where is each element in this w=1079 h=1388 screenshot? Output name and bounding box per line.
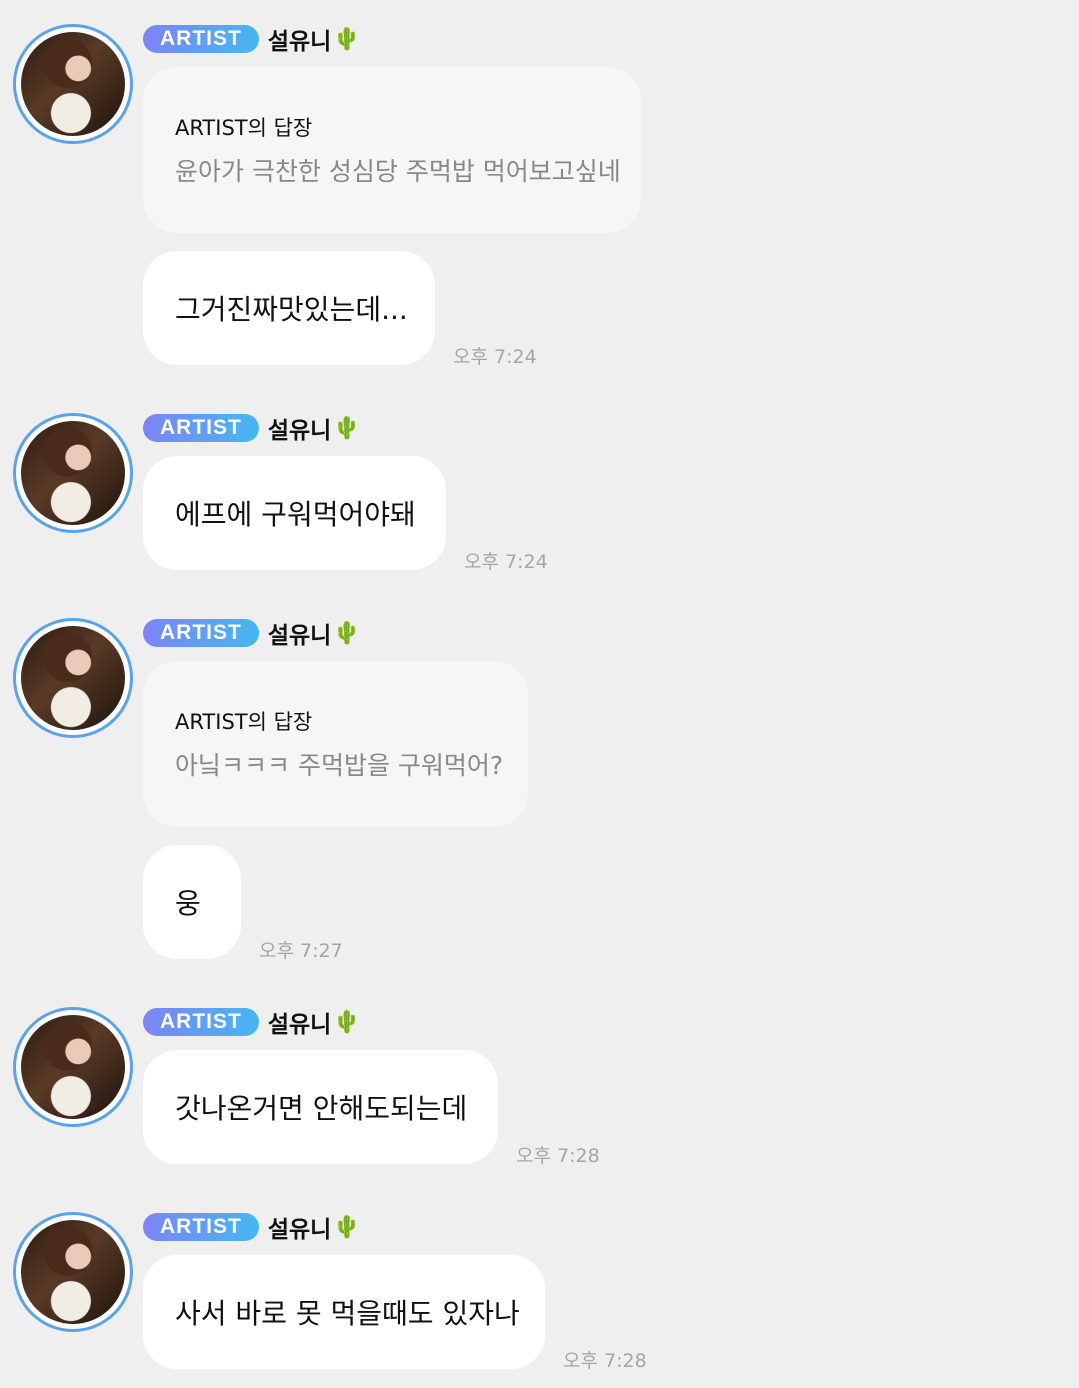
message-time: 오후 7:28 xyxy=(516,1145,600,1167)
artist-name: 설유니 xyxy=(267,1012,332,1038)
artist-avatar[interactable] xyxy=(13,413,133,533)
message-text: 그거진짜맛있는데... xyxy=(175,293,408,326)
artist-avatar[interactable] xyxy=(13,1007,133,1127)
sender-row: ARTIST 설유니 🌵 xyxy=(143,1007,361,1038)
sender-row: ARTIST 설유니 🌵 xyxy=(143,24,361,55)
message-bubble[interactable]: 갓나온거면 안해도되는데 xyxy=(143,1050,498,1164)
artist-name: 설유니 xyxy=(267,623,332,649)
sender-row: ARTIST 설유니 🌵 xyxy=(143,618,361,649)
reply-label: ARTIST의 답장 xyxy=(175,710,313,734)
message-text: 에프에 구워먹어야돼 xyxy=(175,498,416,531)
artist-avatar[interactable] xyxy=(13,24,133,144)
avatar-photo xyxy=(21,1220,125,1324)
message-text: 갓나온거면 안해도되는데 xyxy=(175,1092,468,1125)
artist-badge: ARTIST xyxy=(143,1008,259,1036)
artist-name: 설유니 xyxy=(267,1217,332,1243)
avatar-photo xyxy=(21,32,125,136)
sender-row: ARTIST 설유니 🌵 xyxy=(143,1212,361,1243)
avatar-photo xyxy=(21,421,125,525)
reply-quote-bubble[interactable]: ARTIST의 답장 아닠ㅋㅋㅋ 주먹밥을 구워먹어? xyxy=(143,661,528,827)
message-time: 오후 7:27 xyxy=(259,940,343,962)
reply-quote-bubble[interactable]: ARTIST의 답장 윤아가 극찬한 성심당 주먹밥 먹어보고싶네 xyxy=(143,67,641,233)
message-text: 사서 바로 못 먹을때도 있자나 xyxy=(175,1297,520,1330)
message-bubble[interactable]: 에프에 구워먹어야돼 xyxy=(143,456,446,570)
cactus-icon: 🌵 xyxy=(333,620,361,646)
cactus-icon: 🌵 xyxy=(333,1009,361,1035)
message-time: 오후 7:24 xyxy=(464,551,548,573)
reply-quoted-text: 윤아가 극찬한 성심당 주먹밥 먹어보고싶네 xyxy=(175,157,621,186)
message-time: 오후 7:28 xyxy=(563,1350,647,1372)
cactus-icon: 🌵 xyxy=(333,26,361,52)
avatar-photo xyxy=(21,626,125,730)
artist-name: 설유니 xyxy=(267,418,332,444)
message-bubble[interactable]: 그거진짜맛있는데... xyxy=(143,251,435,365)
sender-row: ARTIST 설유니 🌵 xyxy=(143,413,361,444)
artist-badge: ARTIST xyxy=(143,1213,259,1241)
artist-badge: ARTIST xyxy=(143,25,259,53)
artist-avatar[interactable] xyxy=(13,1212,133,1332)
reply-label: ARTIST의 답장 xyxy=(175,116,313,140)
artist-name: 설유니 xyxy=(267,29,332,55)
message-text: 웅 xyxy=(175,887,201,920)
message-bubble[interactable]: 웅 xyxy=(143,845,241,959)
message-bubble[interactable]: 사서 바로 못 먹을때도 있자나 xyxy=(143,1255,545,1369)
artist-avatar[interactable] xyxy=(13,618,133,738)
artist-badge: ARTIST xyxy=(143,619,259,647)
message-time: 오후 7:24 xyxy=(453,346,537,368)
avatar-photo xyxy=(21,1015,125,1119)
reply-quoted-text: 아닠ㅋㅋㅋ 주먹밥을 구워먹어? xyxy=(175,751,504,780)
artist-badge: ARTIST xyxy=(143,414,259,442)
cactus-icon: 🌵 xyxy=(333,415,361,441)
cactus-icon: 🌵 xyxy=(333,1214,361,1240)
